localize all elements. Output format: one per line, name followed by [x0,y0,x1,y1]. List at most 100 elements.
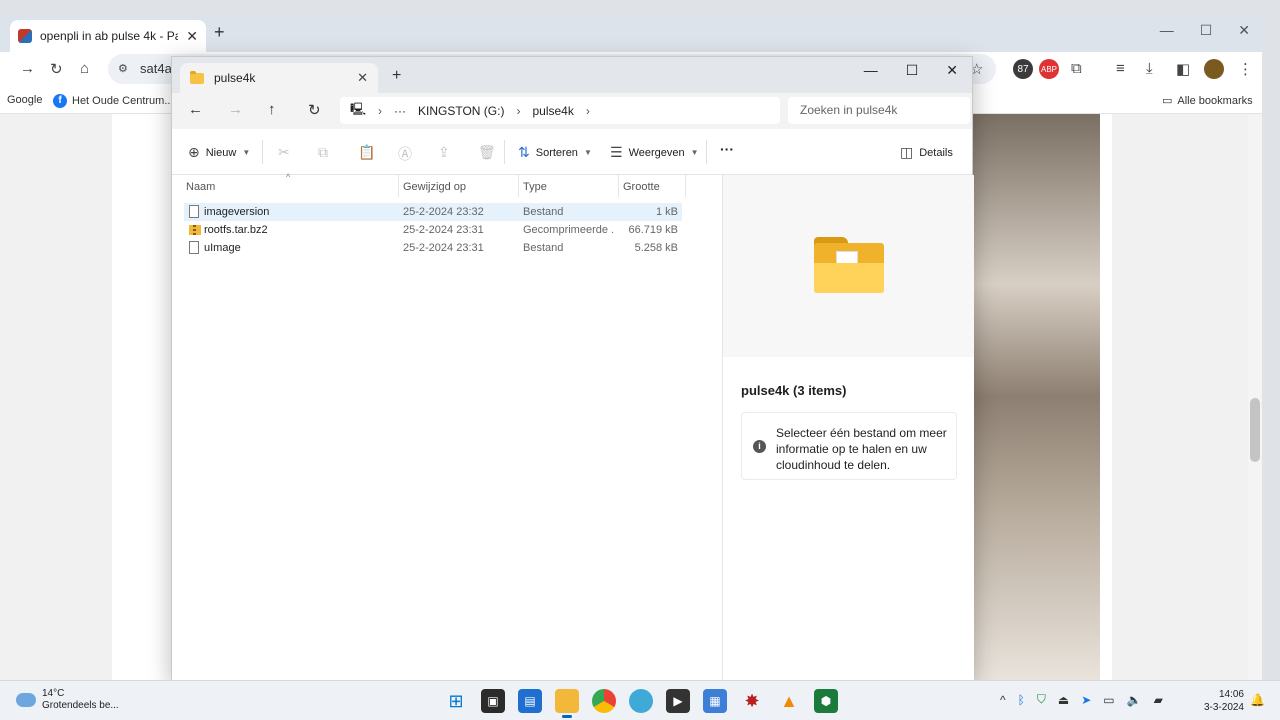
close-tab-icon[interactable]: ✕ [186,28,198,45]
forward-arrow-icon[interactable]: → [228,101,243,118]
maximize-icon[interactable]: ☐ [906,62,919,79]
breadcrumb[interactable]: 🖳 › ··· KINGSTON (G:) › pulse4k › [340,97,780,124]
splat-app-icon[interactable]: ✸ [740,689,764,713]
file-type: Bestand [523,206,564,218]
battery-icon[interactable]: ▰ [1154,693,1163,707]
site-info-icon[interactable]: ⚙ [118,62,128,75]
view-button[interactable]: ☰ Weergeven ▼ [610,144,699,161]
chevron-up-icon[interactable]: ^ [1000,693,1006,707]
large-folder-icon [814,237,884,293]
close-icon[interactable]: ✕ [946,62,958,79]
vlc-icon[interactable]: ▲ [777,689,801,713]
table-row[interactable]: rootfs.tar.bz2 25-2-2024 23:31 Gecomprim… [184,221,682,239]
notepad-app-icon[interactable]: ▤ [518,689,542,713]
page-scrollbar-thumb[interactable] [1250,398,1260,462]
paste-icon[interactable]: 📋 [358,144,375,161]
command-bar: ⊕ Nieuw ▼ ✂ ⧉ 📋 Ⓐ ⇪ 🗑 ⇅ Sorteren ▼ ☰ Wee… [172,129,972,175]
volume-icon[interactable]: 🔈 [1127,693,1142,707]
file-explorer-window: pulse4k ✕ + — ☐ ✕ ← → ↑ ↻ 🖳 › ··· KINGST… [171,56,974,681]
column-divider[interactable] [618,175,619,197]
column-divider[interactable] [685,175,686,197]
shield-app-icon[interactable]: ⬢ [814,689,838,713]
chrome-tab-active[interactable]: openpli in ab pulse 4k - Pagina ✕ [10,20,206,52]
rename-icon[interactable]: Ⓐ [398,144,412,164]
weather-temp: 14°C [42,688,65,699]
network-icon[interactable]: ▭ [1103,693,1114,707]
column-divider[interactable] [398,175,399,197]
column-header-type[interactable]: Type [523,181,547,193]
new-button[interactable]: ⊕ Nieuw ▼ [188,144,250,161]
adblock-plus-icon[interactable]: ABP [1039,59,1059,79]
task-view-icon[interactable]: ▣ [481,689,505,713]
calendar-app-icon[interactable]: ▦ [703,689,727,713]
maximize-icon[interactable]: ☐ [1200,22,1213,39]
column-header-size[interactable]: Grootte [623,181,660,193]
all-bookmarks-folder[interactable]: ▭ Alle bookmarks [1162,94,1253,108]
divider [706,140,707,164]
explorer-tab-active[interactable]: pulse4k ✕ [180,63,378,93]
details-title: pulse4k (3 items) [741,383,847,398]
taskbar-apps: ⊞ ▣ ▤ ▶ ▦ ✸ ▲ ⬢ [444,689,838,718]
copy-icon[interactable]: ⧉ [318,144,328,161]
page-photo-image [972,114,1100,680]
column-header-modified[interactable]: Gewijzigd op [403,181,466,193]
minimize-icon[interactable]: — [1160,22,1174,39]
chevron-right-icon[interactable]: › [586,104,590,118]
taskbar-clock[interactable]: 14:06 3-3-2024 [1200,688,1244,714]
location-icon[interactable]: ➤ [1081,693,1091,707]
media-app-icon[interactable]: ▶ [666,689,690,713]
folder-icon: ▭ [1162,95,1173,107]
explorer-new-tab-button[interactable]: + [392,67,401,85]
side-panel-icon[interactable]: ◧ [1176,60,1190,78]
divider [504,140,505,164]
breadcrumb-folder[interactable]: pulse4k [532,104,573,118]
delete-icon[interactable]: 🗑 [478,144,496,161]
weather-widget[interactable]: 14°C Grotendeels be... [13,688,119,712]
globe-app-icon[interactable] [629,689,653,713]
profile-avatar[interactable] [1204,59,1224,79]
windows-start-icon[interactable]: ⊞ [444,689,468,713]
close-icon[interactable]: ✕ [1238,22,1250,39]
up-arrow-icon[interactable]: ↑ [268,101,276,118]
extension-badge-icon[interactable]: 87 [1013,59,1033,79]
file-name: rootfs.tar.bz2 [204,224,268,236]
notification-bell-icon[interactable]: 🔔 [1250,693,1265,707]
table-row[interactable]: imageversion 25-2-2024 23:32 Bestand 1 k… [184,203,682,221]
chevron-right-icon[interactable]: › [378,104,382,118]
file-explorer-taskbar-icon[interactable] [555,689,579,718]
table-row[interactable]: uImage 25-2-2024 23:31 Bestand 5.258 kB [184,239,682,257]
extensions-puzzle-icon[interactable]: ⧉ [1071,60,1082,77]
bookmark-google[interactable]: Google [7,94,42,106]
sort-button[interactable]: ⇅ Sorteren ▼ [518,144,592,161]
cut-icon[interactable]: ✂ [278,144,290,161]
details-pane-button[interactable]: ◫ Details [900,144,953,161]
column-divider[interactable] [518,175,519,197]
page-scrollbar[interactable] [1248,114,1262,680]
usb-eject-icon[interactable]: ⏏ [1058,693,1069,707]
bluetooth-icon[interactable]: ᛒ [1018,693,1025,707]
chrome-taskbar-icon[interactable] [592,689,616,713]
minimize-icon[interactable]: — [864,62,878,79]
refresh-icon[interactable]: ↻ [308,101,321,119]
media-controls-icon[interactable]: ≡ [1116,60,1125,77]
back-arrow-icon[interactable]: ← [188,101,203,118]
share-icon[interactable]: ⇪ [438,144,450,161]
more-options-button[interactable]: ··· [720,141,734,157]
download-icon[interactable]: ⤓ [1146,60,1153,77]
this-pc-icon[interactable]: 🖳 [350,100,366,121]
menu-kebab-icon[interactable]: ⋮ [1238,60,1253,78]
chevron-right-icon[interactable]: › [516,104,520,118]
info-icon: i [753,440,766,453]
forward-icon[interactable]: → [20,60,35,77]
column-header-name[interactable]: Naam [186,181,215,193]
sort-icon: ⇅ [518,144,530,160]
security-shield-icon[interactable]: ⛉ [1037,692,1046,707]
home-icon[interactable]: ⌂ [80,60,89,77]
reload-icon[interactable]: ↻ [50,60,63,78]
chrome-new-tab-button[interactable]: + [214,22,225,43]
breadcrumb-more[interactable]: ··· [394,104,406,118]
search-input[interactable]: Zoeken in pulse4k [788,97,970,124]
bookmark-het-oude-centrum[interactable]: f Het Oude Centrum... [53,94,174,108]
close-tab-icon[interactable]: ✕ [357,70,368,86]
breadcrumb-drive[interactable]: KINGSTON (G:) [418,104,504,118]
